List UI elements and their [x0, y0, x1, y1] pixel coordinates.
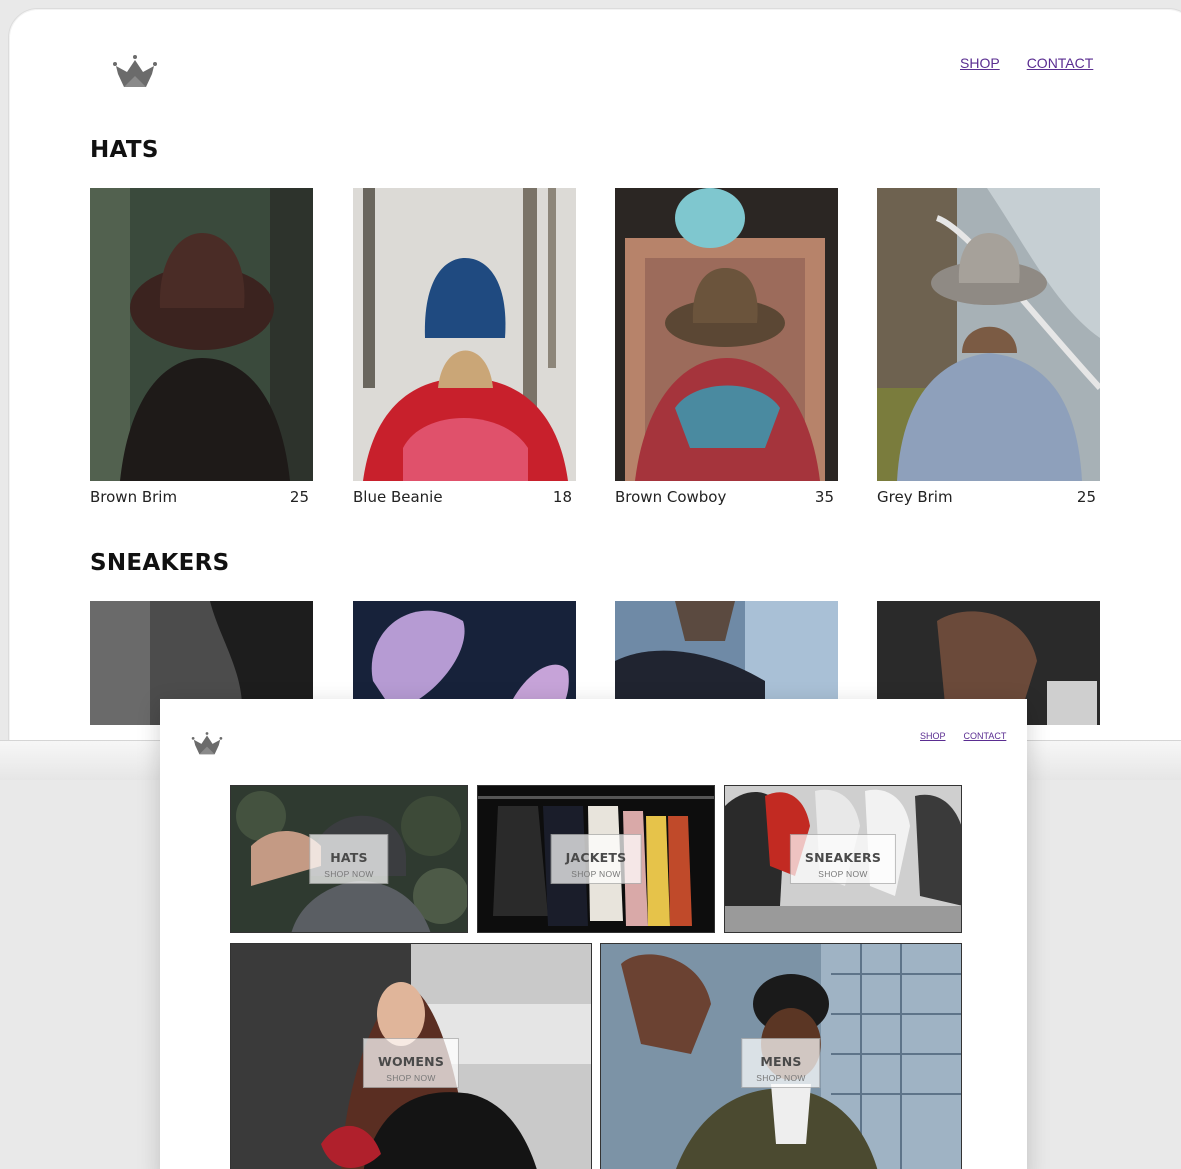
category-label[interactable]: JACKETS SHOP NOW — [550, 834, 642, 884]
crown-icon[interactable] — [112, 52, 158, 88]
product-image[interactable] — [615, 188, 838, 481]
product-image[interactable] — [90, 188, 313, 481]
product-name: Blue Beanie — [353, 488, 443, 506]
category-title: SNEAKERS — [804, 850, 882, 865]
main-nav: SHOP CONTACT — [920, 731, 1006, 741]
category-title: MENS — [760, 1054, 802, 1069]
product-card[interactable]: Brown Brim 25 — [90, 188, 313, 506]
category-title: WOMENS — [377, 1054, 445, 1069]
nav-shop-link[interactable]: SHOP — [920, 731, 946, 741]
category-tile-mens[interactable]: MENS SHOP NOW — [600, 943, 962, 1169]
product-price: 25 — [1076, 488, 1096, 506]
category-tile-sneakers[interactable]: SNEAKERS SHOP NOW — [724, 785, 962, 933]
nav-shop-link[interactable]: SHOP — [960, 55, 1000, 71]
crown-icon[interactable] — [191, 730, 223, 755]
shop-now-link[interactable]: SHOP NOW — [378, 1073, 444, 1083]
category-title: HATS — [330, 850, 368, 865]
category-title: JACKETS — [565, 850, 627, 865]
product-name: Brown Cowboy — [615, 488, 727, 506]
category-label[interactable]: MENS SHOP NOW — [741, 1038, 821, 1088]
shop-now-link[interactable]: SHOP NOW — [805, 869, 881, 879]
product-card[interactable]: Grey Brim 25 — [877, 188, 1100, 506]
shop-now-link[interactable]: SHOP NOW — [756, 1073, 805, 1083]
shop-now-link[interactable]: SHOP NOW — [324, 869, 373, 879]
category-tile-womens[interactable]: WOMENS SHOP NOW — [230, 943, 592, 1169]
product-name: Grey Brim — [877, 488, 953, 506]
nav-contact-link[interactable]: CONTACT — [1027, 55, 1094, 71]
main-nav: SHOP CONTACT — [960, 55, 1093, 71]
product-price: 25 — [289, 488, 309, 506]
product-card[interactable]: Blue Beanie 18 — [353, 188, 576, 506]
section-title-hats: HATS — [90, 137, 159, 163]
product-image[interactable] — [353, 188, 576, 481]
category-tile-hats[interactable]: HATS SHOP NOW — [230, 785, 468, 933]
nav-contact-link[interactable]: CONTACT — [964, 731, 1007, 741]
homepage-window: SHOP CONTACT HATS SHOP NOW JACKETS SHOP … — [160, 699, 1027, 1169]
category-label[interactable]: SNEAKERS SHOP NOW — [789, 834, 897, 884]
category-label[interactable]: HATS SHOP NOW — [309, 834, 389, 884]
section-title-sneakers: SNEAKERS — [90, 550, 230, 576]
product-name: Brown Brim — [90, 488, 178, 506]
shop-now-link[interactable]: SHOP NOW — [566, 869, 627, 879]
category-label[interactable]: WOMENS SHOP NOW — [362, 1038, 460, 1088]
product-price: 35 — [814, 488, 834, 506]
product-price: 18 — [552, 488, 572, 506]
product-image[interactable] — [877, 188, 1100, 481]
product-card[interactable]: Brown Cowboy 35 — [615, 188, 838, 506]
category-tile-jackets[interactable]: JACKETS SHOP NOW — [477, 785, 715, 933]
